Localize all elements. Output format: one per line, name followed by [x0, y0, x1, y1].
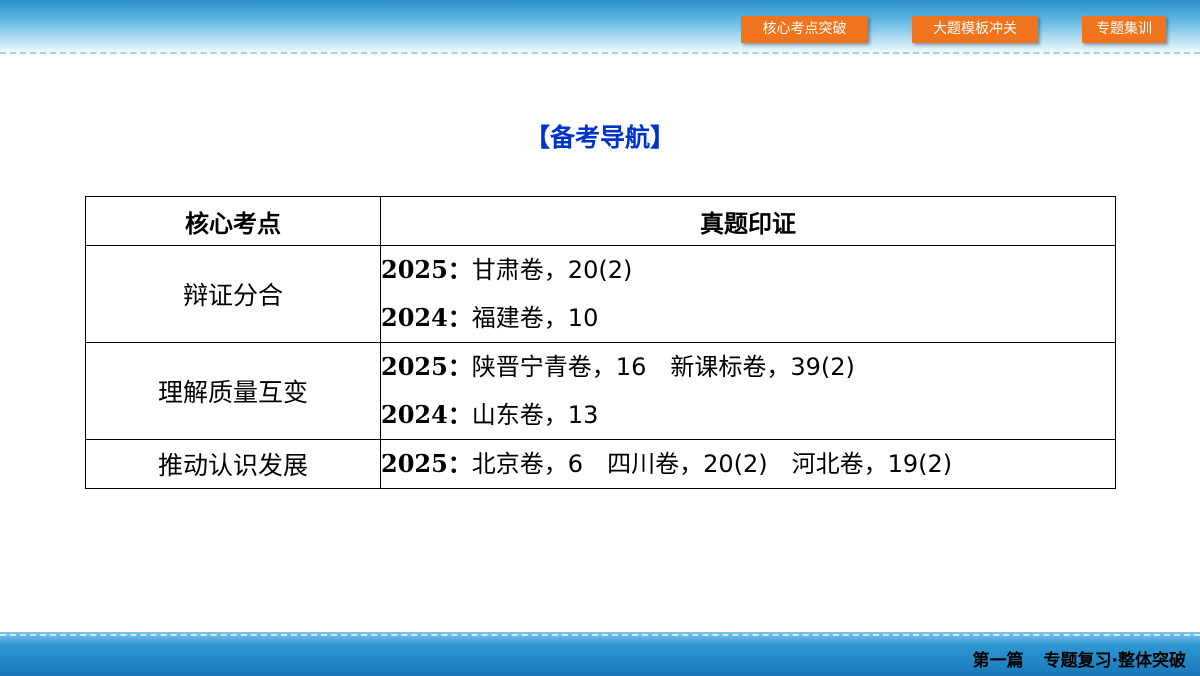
section-heading: 【备考导航】: [524, 123, 675, 152]
exam-year: 2025：: [381, 352, 472, 381]
exam-papers: 北京卷，6 四川卷，20(2) 河北卷，19(2): [471, 450, 953, 478]
exam-guide-table: 核心考点 真题印证 辩证分合 2025：甘肃卷，20(2) 2024：福建卷，1…: [85, 196, 1116, 489]
exam-line: 2025：北京卷，6 四川卷，20(2) 河北卷，19(2): [381, 440, 1115, 488]
bottom-dashed-divider: [0, 634, 1200, 636]
exam-year: 2024：: [381, 303, 472, 332]
exam-year: 2025：: [381, 449, 472, 478]
exam-cell: 2025：北京卷，6 四川卷，20(2) 河北卷，19(2): [380, 439, 1116, 489]
column-header-core-points: 核心考点: [85, 196, 381, 246]
nav-button-core-points[interactable]: 核心考点突破: [741, 16, 868, 43]
table-row: 理解质量互变 2025：陕晋宁青卷，16 新课标卷，39(2) 2024：山东卷…: [85, 342, 1116, 440]
nav-button-topic-training[interactable]: 专题集训: [1082, 16, 1166, 43]
top-dashed-divider: [0, 52, 1200, 54]
topic-cell: 理解质量互变: [85, 342, 381, 440]
exam-papers: 甘肃卷，20(2): [471, 256, 633, 284]
exam-papers: 福建卷，10: [471, 304, 599, 332]
table-row: 推动认识发展 2025：北京卷，6 四川卷，20(2) 河北卷，19(2): [85, 439, 1116, 489]
column-header-exam-evidence: 真题印证: [380, 196, 1116, 246]
nav-button-big-question-templates[interactable]: 大题模板冲关: [912, 16, 1038, 43]
exam-papers: 山东卷，13: [471, 401, 599, 429]
footer-part: 第一篇: [972, 651, 1024, 671]
exam-papers: 陕晋宁青卷，16 新课标卷，39(2): [471, 353, 855, 381]
table-row: 辩证分合 2025：甘肃卷，20(2) 2024：福建卷，10: [85, 245, 1116, 343]
exam-cell: 2025：陕晋宁青卷，16 新课标卷，39(2) 2024：山东卷，13: [380, 342, 1116, 440]
table-header-row: 核心考点 真题印证: [85, 196, 1116, 246]
topic-cell: 推动认识发展: [85, 439, 381, 489]
footer-title: 第一篇 专题复习·整体突破: [973, 646, 1186, 671]
exam-cell: 2025：甘肃卷，20(2) 2024：福建卷，10: [380, 245, 1116, 343]
footer-section-title: 专题复习·整体突破: [1043, 651, 1186, 671]
topic-cell: 辩证分合: [85, 245, 381, 343]
exam-line: 2024：福建卷，10: [381, 294, 1115, 342]
exam-year: 2024：: [381, 400, 472, 429]
exam-year: 2025：: [381, 255, 472, 284]
exam-line: 2024：山东卷，13: [381, 391, 1115, 439]
exam-line: 2025：甘肃卷，20(2): [381, 246, 1115, 294]
exam-line: 2025：陕晋宁青卷，16 新课标卷，39(2): [381, 343, 1115, 391]
